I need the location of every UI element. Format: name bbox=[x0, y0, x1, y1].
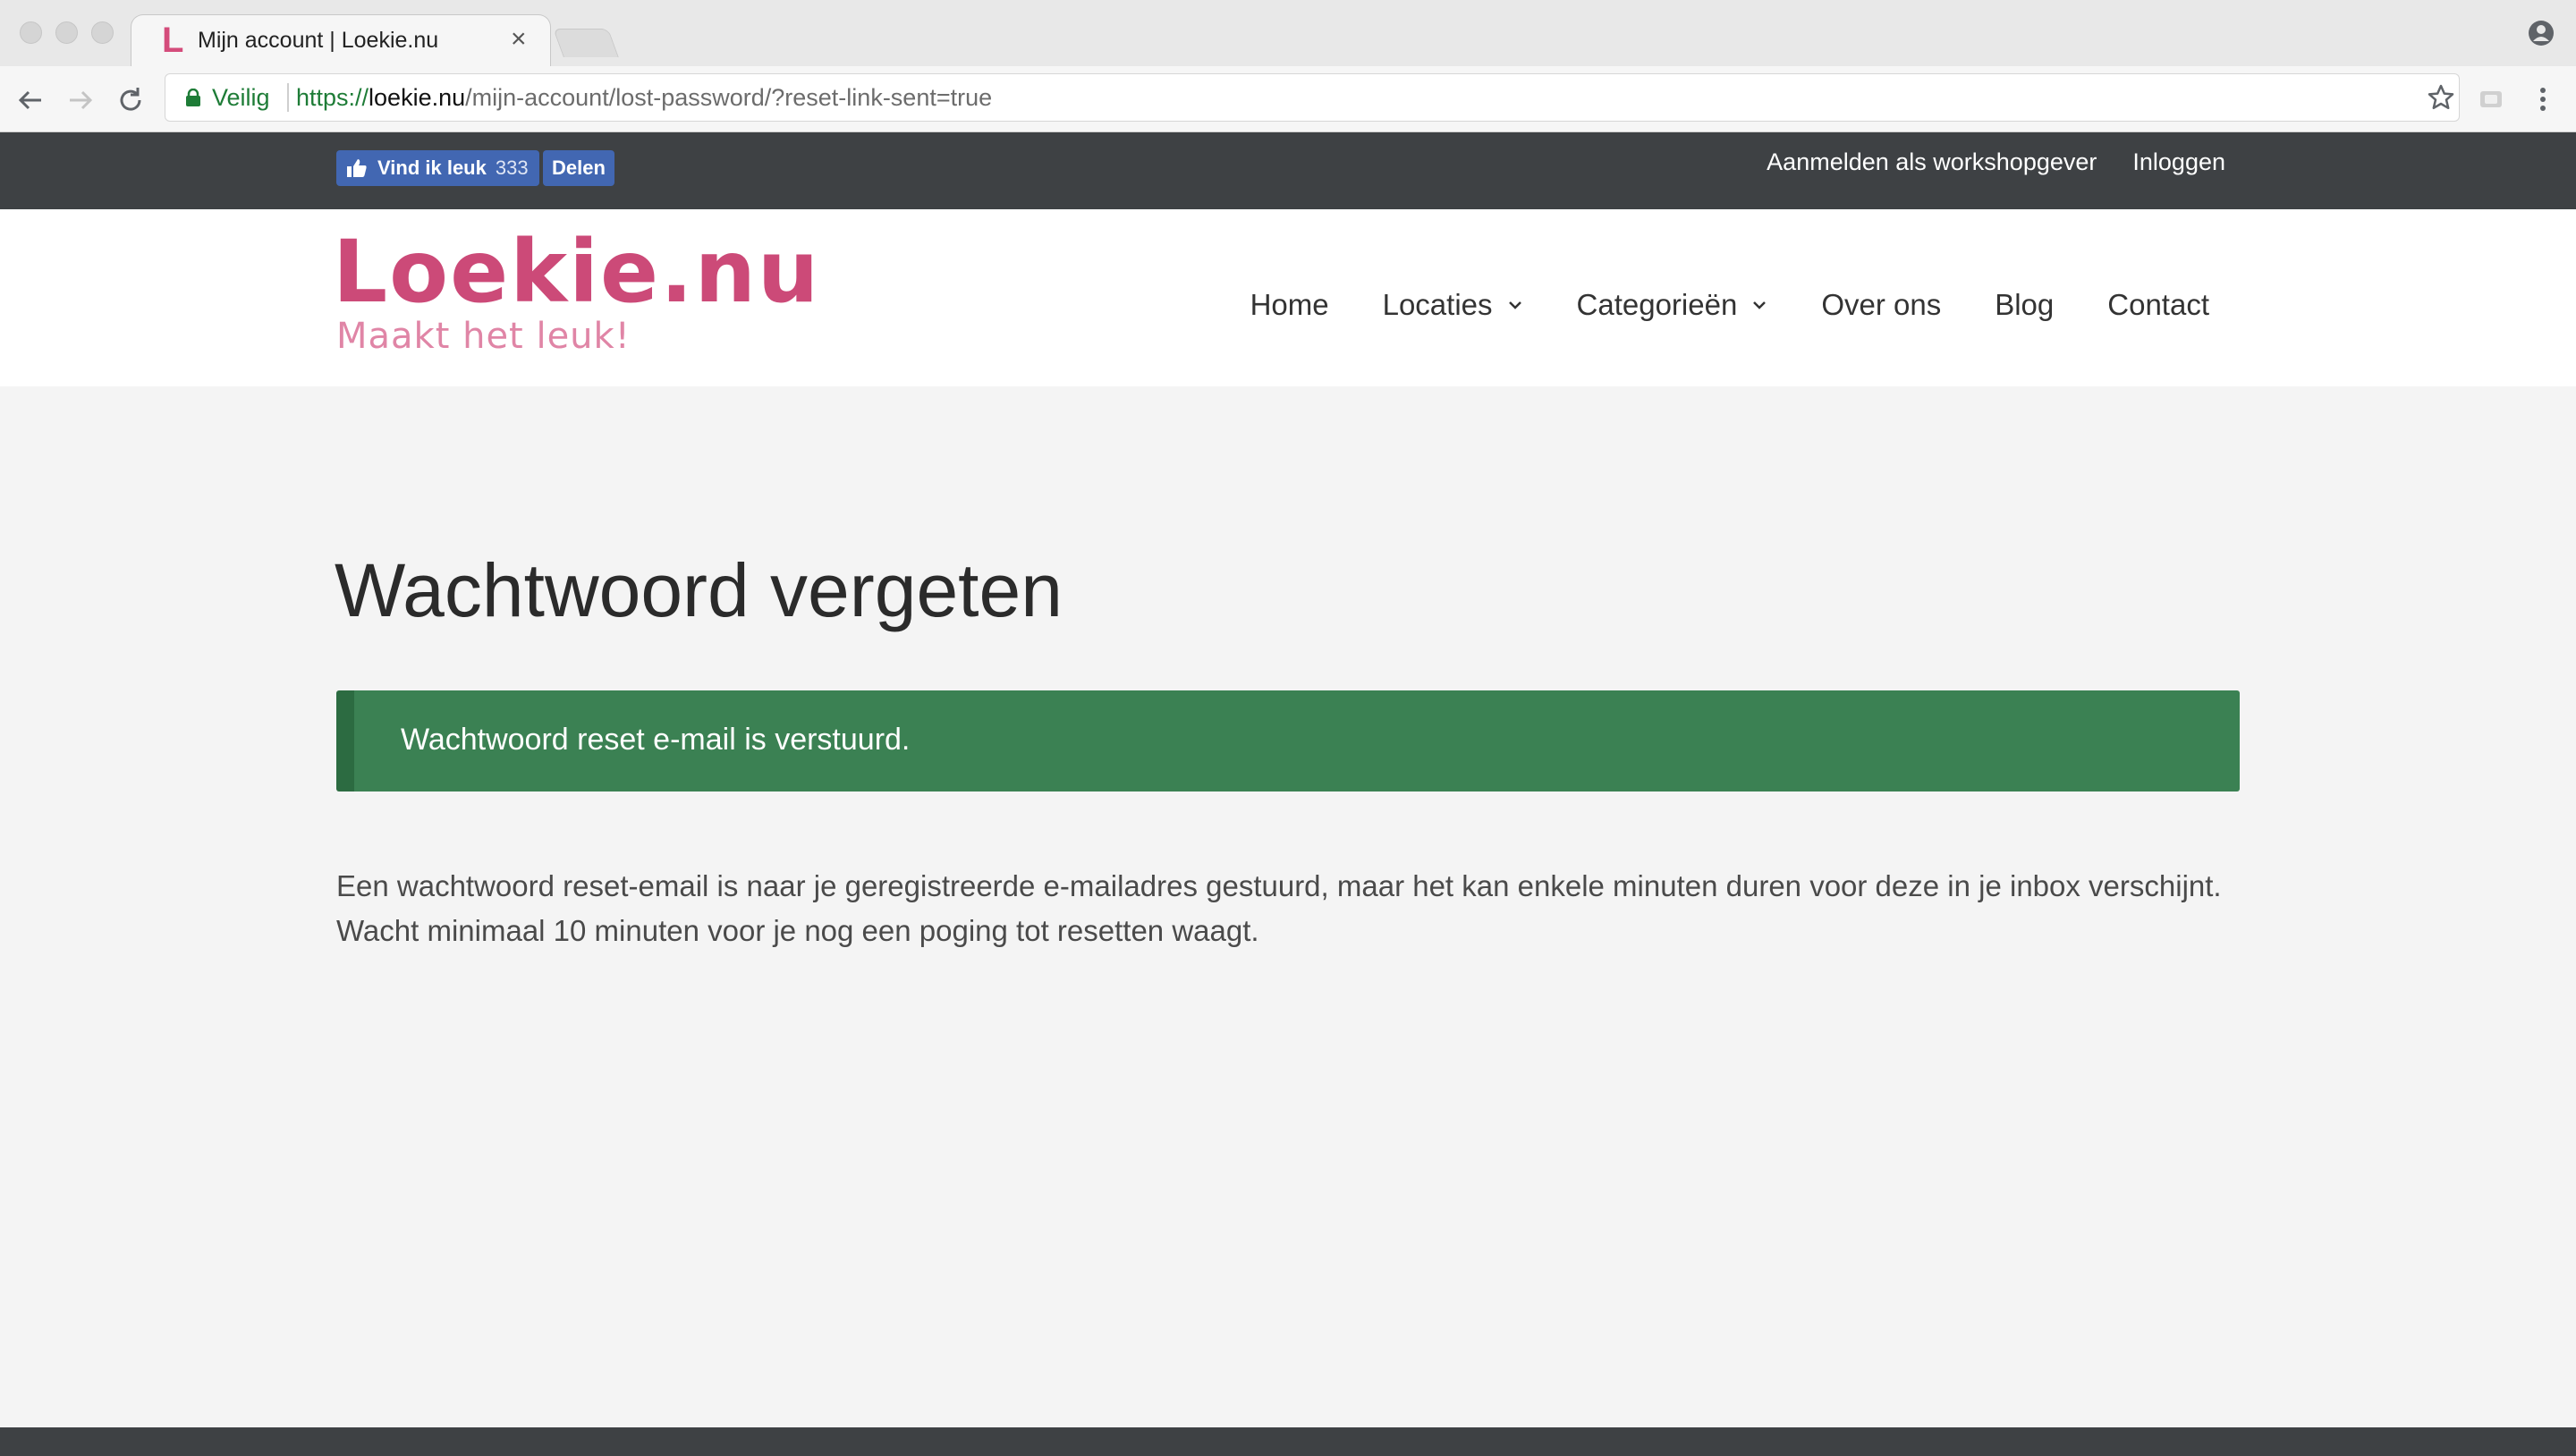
facebook-like-button[interactable]: Vind ik leuk 333 bbox=[336, 150, 539, 186]
url-host: loekie.nu bbox=[369, 84, 466, 111]
login-link[interactable]: Inloggen bbox=[2132, 148, 2225, 176]
reload-icon[interactable] bbox=[114, 84, 147, 116]
site-header: Loekie.nu Maakt het leuk! Home Locaties … bbox=[0, 209, 2576, 386]
window-close-button[interactable] bbox=[20, 21, 42, 44]
extension-icon[interactable] bbox=[2478, 86, 2504, 113]
page-title: Wachtwoord vergeten bbox=[335, 548, 1063, 632]
nav-contact[interactable]: Contact bbox=[2107, 288, 2209, 322]
new-tab-button[interactable] bbox=[553, 29, 619, 57]
lock-icon bbox=[186, 89, 200, 106]
topbar-links: Aanmelden als workshopgever Inloggen bbox=[1767, 148, 2225, 176]
success-notice: Wachtwoord reset e-mail is verstuurd. bbox=[336, 690, 2240, 791]
url-path: /mijn-account/lost-password/?reset-link-… bbox=[465, 84, 993, 111]
nav-categorieen-label: Categorieën bbox=[1576, 288, 1738, 321]
address-separator bbox=[287, 83, 289, 112]
secure-label: Veilig bbox=[212, 84, 270, 111]
logo-name: Loekie.nu bbox=[333, 222, 821, 322]
browser-tabstrip: L Mijn account | Loekie.nu × bbox=[0, 0, 2576, 68]
address-bar[interactable]: Veilig https://loekie.nu/mijn-account/lo… bbox=[165, 73, 2460, 122]
main-navigation: Home Locaties Categorieën Over ons Blog … bbox=[1250, 288, 2209, 322]
nav-locaties-label: Locaties bbox=[1382, 288, 1493, 321]
chevron-down-icon bbox=[1753, 301, 1767, 309]
facebook-like-label: Vind ik leuk bbox=[377, 157, 487, 179]
site-footer bbox=[0, 1427, 2576, 1456]
logo-tagline: Maakt het leuk! bbox=[336, 316, 631, 357]
nav-over-ons[interactable]: Over ons bbox=[1821, 288, 1941, 322]
profile-icon[interactable] bbox=[2528, 20, 2555, 47]
thumbs-up-icon bbox=[347, 159, 367, 177]
nav-blog[interactable]: Blog bbox=[1995, 288, 2054, 322]
menu-icon[interactable] bbox=[2537, 84, 2549, 114]
url-scheme: https:// bbox=[296, 84, 369, 111]
window-minimize-button[interactable] bbox=[55, 21, 78, 44]
nav-blog-label: Blog bbox=[1995, 288, 2055, 321]
star-icon[interactable] bbox=[2425, 81, 2457, 114]
nav-home[interactable]: Home bbox=[1250, 288, 1329, 322]
tab-close-icon[interactable]: × bbox=[511, 24, 527, 55]
forward-arrow-icon[interactable] bbox=[64, 84, 97, 116]
tab-favicon: L bbox=[162, 21, 184, 60]
back-arrow-icon[interactable] bbox=[14, 84, 47, 116]
register-workshop-link[interactable]: Aanmelden als workshopgever bbox=[1767, 148, 2097, 176]
site-topbar: Vind ik leuk 333 Delen Aanmelden als wor… bbox=[0, 132, 2576, 209]
facebook-share-button[interactable]: Delen bbox=[543, 150, 614, 186]
facebook-like-count: 333 bbox=[495, 157, 529, 179]
nav-contact-label: Contact bbox=[2107, 288, 2209, 321]
nav-locaties[interactable]: Locaties bbox=[1383, 288, 1523, 322]
reset-info-text: Een wachtwoord reset-email is naar je ge… bbox=[336, 869, 2222, 947]
browser-toolbar: Veilig https://loekie.nu/mijn-account/lo… bbox=[0, 66, 2576, 132]
chevron-down-icon bbox=[1508, 301, 1521, 309]
success-notice-text: Wachtwoord reset e-mail is verstuurd. bbox=[401, 723, 911, 757]
nav-home-label: Home bbox=[1250, 288, 1329, 321]
window-zoom-button[interactable] bbox=[91, 21, 114, 44]
tab-title: Mijn account | Loekie.nu bbox=[198, 28, 439, 53]
nav-over-ons-label: Over ons bbox=[1821, 288, 1942, 321]
browser-tab-active[interactable]: L Mijn account | Loekie.nu × bbox=[131, 14, 551, 68]
nav-categorieen[interactable]: Categorieën bbox=[1577, 288, 1768, 322]
url-text[interactable]: https://loekie.nu/mijn-account/lost-pass… bbox=[296, 84, 992, 112]
